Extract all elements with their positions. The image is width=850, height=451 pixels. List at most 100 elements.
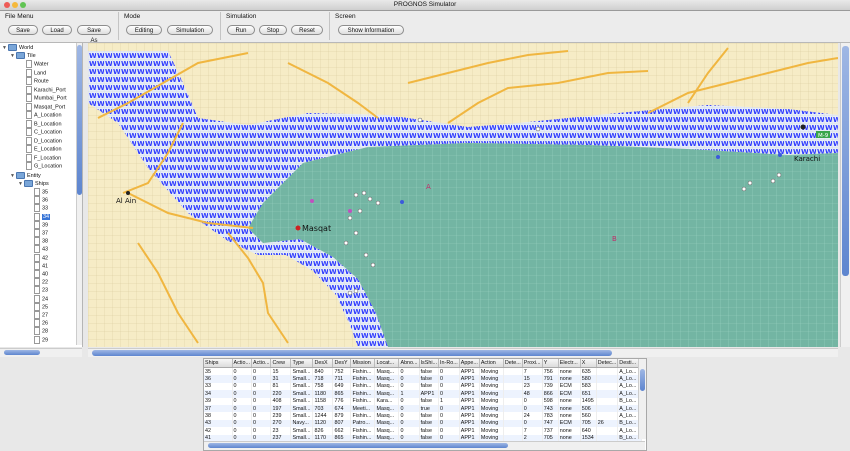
table-column-header[interactable]: DesX	[312, 359, 334, 368]
tree-node-ships[interactable]: ▼ Ships	[18, 180, 49, 188]
tree-node-ship[interactable]: 40	[34, 270, 48, 278]
table-column-header[interactable]: Electr...	[558, 359, 581, 368]
simulation-mode-button[interactable]: Simulation	[167, 25, 213, 35]
table-row[interactable]: 39 0 0 408 Small... 1158 776 Fishin... Kara... 0 f…	[204, 397, 643, 405]
map-vertical-scrollbar[interactable]	[840, 43, 850, 347]
tree-node-ship[interactable]: 37	[34, 229, 48, 237]
tree-node-tile-child[interactable]: F_Location	[26, 153, 61, 162]
tree-node-ship[interactable]: 29	[34, 335, 48, 344]
table-column-header[interactable]: Actio...	[251, 359, 272, 368]
table-column-header[interactable]: Y	[542, 359, 559, 368]
ship-marker[interactable]	[370, 262, 376, 268]
table-row[interactable]: 36 0 0 31 Small... 718 711 Fishin... Masq... 0 fal…	[204, 375, 643, 383]
table-row[interactable]: 33 0 0 81 Small... 758 649 Fishin... Masq... 0 fal…	[204, 382, 643, 391]
ship-marker[interactable]	[770, 178, 776, 184]
ship-marker[interactable]	[776, 172, 782, 178]
expand-triangle-icon[interactable]: ▼	[10, 172, 15, 180]
table-column-header[interactable]: Appe...	[459, 359, 480, 368]
tree-node-tile-child[interactable]: A_Location	[26, 111, 62, 119]
ship-marker[interactable]	[361, 190, 367, 196]
table-row[interactable]: 37 0 0 197 Small... 703 674 Meeti... Masq... 0 tru…	[204, 404, 643, 413]
table-column-header[interactable]: Dete...	[503, 359, 523, 368]
tree-node-tile-child[interactable]: Land	[26, 68, 46, 77]
table-column-header[interactable]: Action	[479, 359, 504, 368]
ship-marker[interactable]	[357, 208, 363, 214]
table-row[interactable]: 42 0 0 23 Small... 826 662 Fishin... Masq... 0 fal…	[204, 427, 643, 435]
editing-button[interactable]: Editing	[126, 25, 162, 35]
minimize-window-button[interactable]	[12, 2, 18, 8]
ship-marker[interactable]	[741, 186, 747, 192]
tree-node-tile-child[interactable]: Mumbai_Port	[26, 94, 67, 102]
map-hscroll-thumb[interactable]	[92, 350, 612, 356]
ship-marker[interactable]	[353, 230, 359, 236]
tree-node-ship[interactable]: 34	[34, 212, 51, 221]
tree-node-ship[interactable]: 25	[34, 302, 48, 311]
tree-node-ship[interactable]: 27	[34, 311, 48, 319]
reset-button[interactable]: Reset	[291, 25, 323, 35]
table-column-header[interactable]: Proxi...	[522, 359, 543, 368]
ship-marker[interactable]	[778, 153, 782, 157]
tree-node-ship[interactable]: 38	[34, 237, 48, 246]
ship-marker[interactable]	[353, 192, 359, 198]
table-column-header[interactable]: Ships	[204, 359, 233, 368]
map-horizontal-scrollbar[interactable]	[88, 348, 838, 357]
table-column-header[interactable]: X	[580, 359, 597, 368]
tree-node-tile-child[interactable]: Masqat_Port	[26, 102, 65, 111]
tree-scroll-thumb[interactable]	[77, 45, 82, 195]
tree-node-tile-child[interactable]: Water	[26, 60, 48, 68]
expand-triangle-icon[interactable]: ▼	[10, 52, 15, 60]
ship-marker[interactable]	[535, 126, 541, 132]
tree-node-tile-child[interactable]: D_Location	[26, 136, 62, 145]
tree-node-tile-child[interactable]: E_Location	[26, 145, 62, 153]
simulation-map[interactable]: W A B Masqat Karachi M-9	[88, 43, 838, 347]
ship-marker[interactable]	[716, 155, 720, 159]
table-column-header[interactable]: Actio...	[232, 359, 252, 368]
run-button[interactable]: Run	[227, 25, 255, 35]
map-canvas[interactable]: W A B Masqat Karachi M-9	[88, 43, 838, 347]
table-column-header[interactable]: IsShi...	[419, 359, 440, 368]
ship-marker[interactable]	[375, 200, 381, 206]
tree-node-entity[interactable]: ▼ Entity	[10, 172, 41, 180]
tree-node-ship[interactable]: 23	[34, 286, 48, 295]
table-row[interactable]: 35 0 0 15 Small... 840 752 Fishin... Masq... 0 fal…	[204, 367, 643, 376]
table-row[interactable]: 38 0 0 239 Small... 1244 879 Fishin... Masq... 0 f…	[204, 412, 643, 420]
expand-triangle-icon[interactable]: ▼	[2, 44, 7, 52]
ship-marker[interactable]	[347, 215, 353, 221]
tree-node-ship[interactable]: 22	[34, 278, 48, 287]
tree-node-tile[interactable]: ▼ Tile	[10, 52, 36, 60]
ship-marker[interactable]	[417, 117, 423, 123]
table-column-header[interactable]: Mission	[350, 359, 376, 368]
table-row[interactable]: 43 0 0 270 Navy... 1120 807 Patro... Masq... 0 fal…	[204, 419, 643, 428]
table-row[interactable]: 34 0 0 220 Small... 1180 865 Fishin... Masq... 1 A…	[204, 390, 643, 398]
ship-marker[interactable]	[348, 209, 352, 213]
table-column-header[interactable]: Detec...	[596, 359, 619, 368]
zoom-window-button[interactable]	[20, 2, 26, 8]
ship-marker[interactable]	[363, 252, 369, 258]
tree-node-tile-child[interactable]: C_Location	[26, 128, 62, 136]
tree-node-ship[interactable]: 36	[34, 196, 48, 205]
map-vscroll-thumb[interactable]	[842, 46, 849, 276]
ship-marker[interactable]	[353, 288, 359, 294]
tree-horizontal-scrollbar[interactable]	[0, 348, 82, 357]
ship-marker[interactable]	[343, 240, 349, 246]
tree-node-world[interactable]: ▼ World	[2, 44, 33, 52]
tree-node-ship[interactable]: 24	[34, 294, 48, 303]
show-information-button[interactable]: Show Information	[338, 25, 404, 35]
close-window-button[interactable]	[4, 2, 10, 8]
ship-marker[interactable]	[367, 196, 373, 202]
load-button[interactable]: Load	[42, 25, 72, 35]
tree-node-tile-child[interactable]: Route	[26, 77, 49, 85]
table-column-header[interactable]: In-Ro...	[438, 359, 460, 368]
tree-node-ship[interactable]: 41	[34, 261, 48, 270]
table-column-header[interactable]: Locat...	[374, 359, 400, 368]
tree-node-ship[interactable]: 39	[34, 220, 48, 229]
tree-node-ship[interactable]: 33	[34, 204, 48, 213]
save-as-button[interactable]: Save As	[77, 25, 111, 44]
tree-hscroll-thumb[interactable]	[4, 350, 40, 355]
tree-node-tile-child[interactable]: Karachi_Port	[26, 85, 66, 94]
ship-marker[interactable]	[747, 180, 753, 186]
ship-marker[interactable]	[310, 199, 314, 203]
table-column-header[interactable]: DesY	[332, 359, 352, 368]
tree-vertical-scrollbar[interactable]	[76, 43, 82, 345]
table-vscroll-thumb[interactable]	[640, 369, 645, 391]
